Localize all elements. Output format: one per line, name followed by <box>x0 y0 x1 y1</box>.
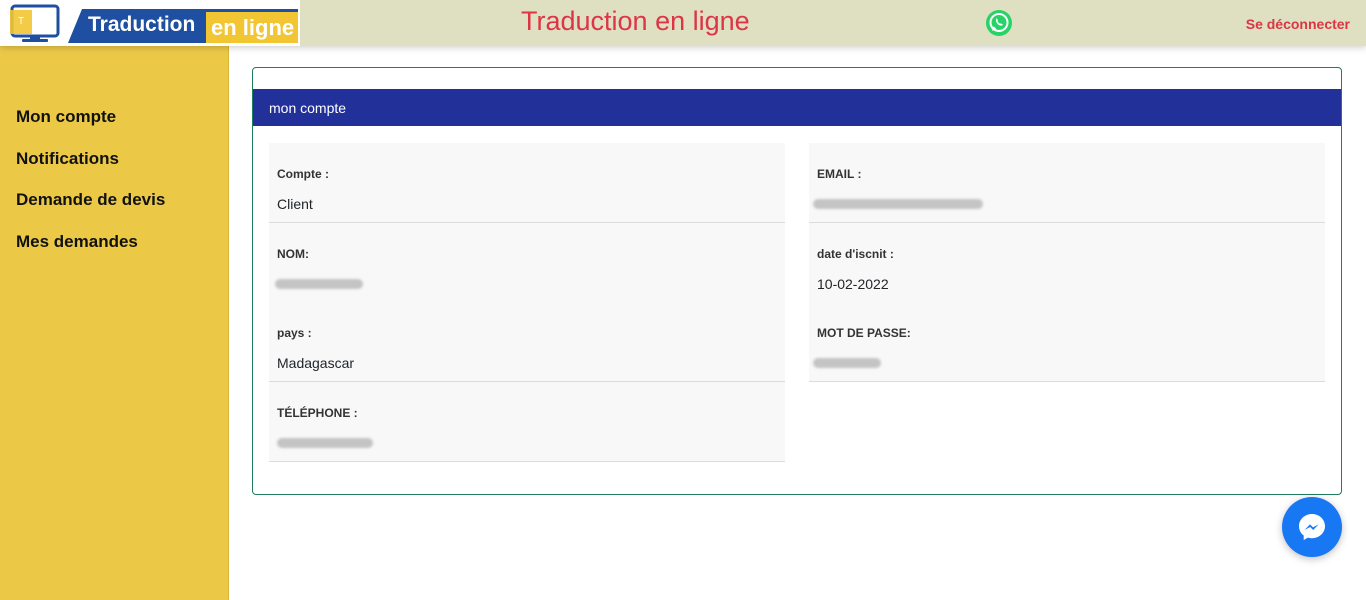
field-mot-de-passe: MOT DE PASSE: <box>809 302 1325 382</box>
field-label: MOT DE PASSE: <box>817 326 911 340</box>
logo-text-main: Traduction <box>88 13 196 36</box>
redacted-value <box>813 358 881 368</box>
messenger-icon <box>1299 514 1325 540</box>
sidebar-item-mon-compte[interactable]: Mon compte <box>16 106 116 128</box>
field-label: Compte : <box>277 167 329 181</box>
whatsapp-icon[interactable] <box>985 9 1013 37</box>
site-title: Traduction en ligne <box>521 6 750 36</box>
account-card: mon compte Compte : Client NOM: pays : M… <box>252 67 1342 495</box>
logo-text-accent: en ligne <box>211 15 295 40</box>
sidebar-item-demande-de-devis[interactable]: Demande de devis <box>16 189 165 211</box>
field-label: NOM: <box>277 247 309 261</box>
field-compte: Compte : Client <box>269 143 785 223</box>
field-value: Madagascar <box>277 355 355 371</box>
field-value: 10-02-2022 <box>817 276 889 292</box>
field-nom: NOM: <box>269 223 785 303</box>
card-header: mon compte <box>253 89 1341 126</box>
card-header-title: mon compte <box>269 100 347 116</box>
field-pays: pays : Madagascar <box>269 302 785 382</box>
field-label: date d'iscnit : <box>817 247 894 261</box>
field-telephone: TÉLÉPHONE : <box>269 382 785 462</box>
svg-text:T: T <box>18 16 24 27</box>
redacted-value <box>277 438 373 448</box>
messenger-chat-button[interactable] <box>1282 497 1342 557</box>
field-email: EMAIL : <box>809 143 1325 223</box>
field-label: TÉLÉPHONE : <box>277 406 358 420</box>
sidebar-item-notifications[interactable]: Notifications <box>16 148 119 170</box>
field-date-inscription: date d'iscnit : 10-02-2022 <box>809 223 1325 303</box>
monitor-logo-icon: T <box>10 4 60 42</box>
sidebar-item-mes-demandes[interactable]: Mes demandes <box>16 231 138 253</box>
top-bar: T Traduction en ligne Traduction en lign… <box>0 0 1366 46</box>
logout-link[interactable]: Se déconnecter <box>1246 15 1350 33</box>
site-logo[interactable]: T Traduction en ligne <box>0 0 300 46</box>
redacted-value <box>275 279 363 289</box>
field-label: pays : <box>277 326 312 340</box>
sidebar: Mon compte Notifications Demande de devi… <box>0 46 229 600</box>
field-label: EMAIL : <box>817 167 862 181</box>
redacted-value <box>813 199 983 209</box>
field-value: Client <box>277 196 313 212</box>
